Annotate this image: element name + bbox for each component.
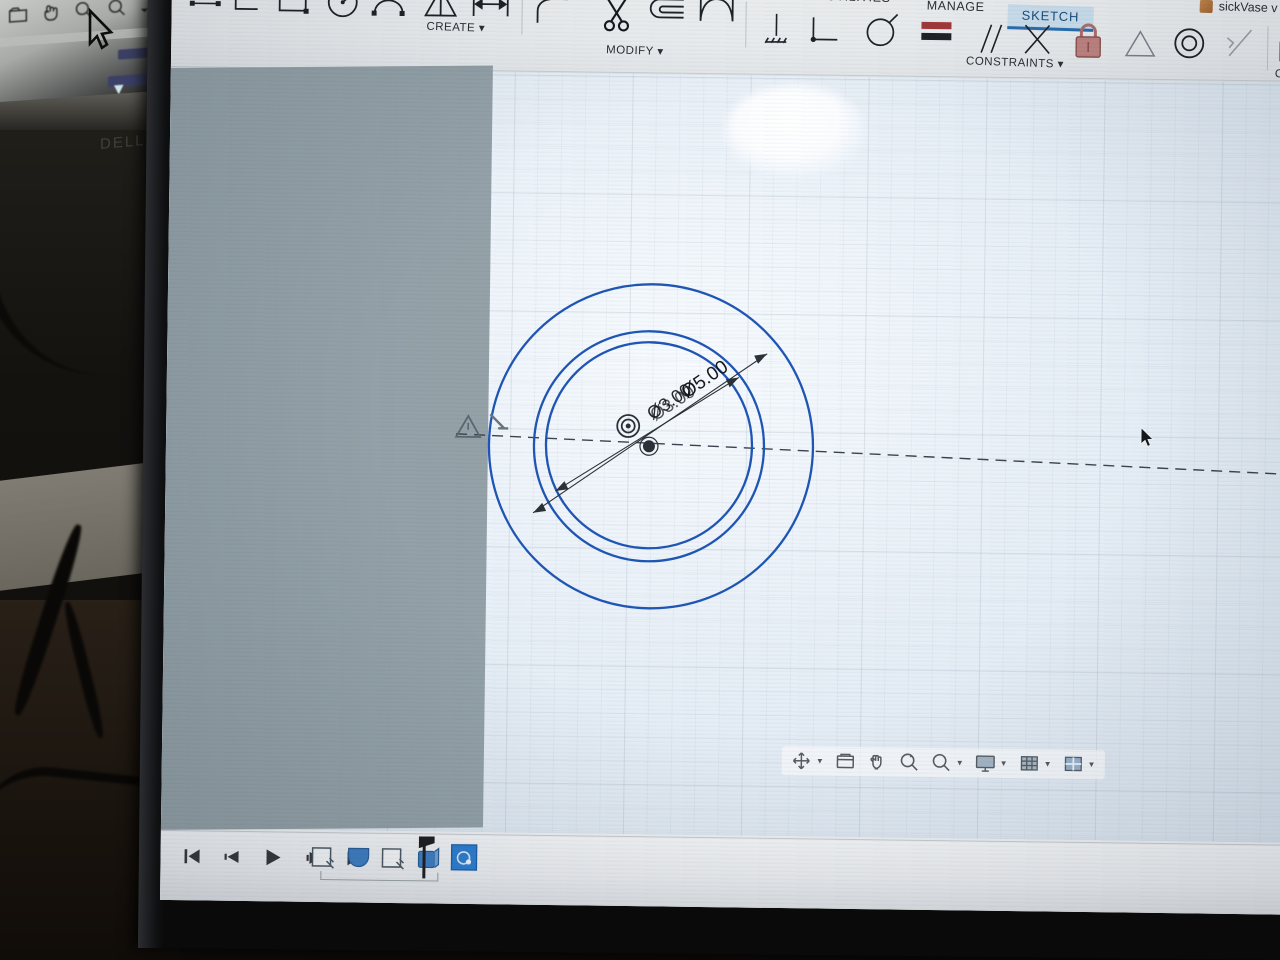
concentric-icon[interactable] <box>1171 25 1207 61</box>
fillet-tool[interactable] <box>533 0 571 29</box>
equal-bars-icon[interactable] <box>919 18 953 44</box>
menu-manage[interactable]: MANAGE <box>927 0 985 14</box>
grid-snaps-icon[interactable] <box>1018 753 1039 774</box>
pan-hand-icon[interactable] <box>867 751 888 772</box>
ribbon-separator-1 <box>521 0 523 35</box>
grid-snaps-caret-icon[interactable]: ▼ <box>1044 759 1052 768</box>
timeline-feature-revolve[interactable] <box>345 845 371 871</box>
diameter-dimension-inner: Ø3.00 Ø3.00 <box>555 376 740 492</box>
sketch-dimension-tool[interactable] <box>189 0 224 17</box>
construction-line-icon[interactable] <box>761 12 791 48</box>
ribbon-separator-2 <box>745 1 747 48</box>
parallel-icon[interactable] <box>971 22 1007 56</box>
timeline-group-connector <box>320 871 439 882</box>
menu-utilities[interactable]: UTILITIES <box>827 0 891 5</box>
collinear-triangle-icon[interactable] <box>1123 28 1157 58</box>
mouse-cursor-icon <box>1140 426 1155 448</box>
orbit-icon[interactable] <box>791 750 812 771</box>
smooth-curvature-icon[interactable] <box>1221 28 1255 60</box>
group-label-create[interactable]: CREATE ▾ <box>426 19 485 35</box>
offset-tool[interactable] <box>643 0 687 29</box>
group-label-constraints[interactable]: CONSTRAINTS ▾ <box>966 53 1064 70</box>
timeline-play[interactable] <box>262 846 284 868</box>
arc-tool[interactable] <box>371 0 409 22</box>
fit-caret-icon[interactable]: ▼ <box>956 758 964 767</box>
orbit-caret-icon[interactable]: ▼ <box>816 756 824 765</box>
viewports-caret-icon[interactable]: ▼ <box>1087 760 1095 769</box>
diameter-dimension-outer: Ø5.00 <box>532 353 768 514</box>
rectangle-tool[interactable] <box>276 0 312 20</box>
secondary-screen-divider <box>0 27 150 47</box>
viewports-icon[interactable] <box>1062 754 1083 775</box>
timeline-feature-sketch-2[interactable] <box>380 846 406 872</box>
look-at-icon[interactable] <box>835 751 856 772</box>
secondary-screen-toolbar <box>8 0 149 25</box>
viewport-navigation-bar[interactable]: ▼ ▼ ▼ ▼ ▼ <box>781 746 1105 780</box>
sketch-geometry: Ø5.00 Ø3.00 Ø3.00 <box>454 283 1280 610</box>
fit-icon[interactable] <box>931 752 952 773</box>
zoom-icon[interactable] <box>899 752 920 773</box>
edge-pointer-icon <box>489 413 509 430</box>
display-settings-icon[interactable] <box>975 753 996 774</box>
circle-tool[interactable] <box>324 0 362 21</box>
group-label-modify[interactable]: MODIFY ▾ <box>606 42 664 58</box>
concentric-constraint-glyph <box>616 414 641 438</box>
sketch-origin-point <box>639 436 659 456</box>
photo-of-monitor-scene: ▾ DELL PLASTIC UTILITIES MANAGE SKETCH s… <box>0 0 1280 960</box>
timeline-bar[interactable] <box>159 829 1280 915</box>
group-label-contain[interactable]: CON <box>1275 68 1280 81</box>
document-tab-sickvase[interactable]: sickVase v <box>1199 0 1278 16</box>
timeline-step-back[interactable] <box>222 847 242 867</box>
linear-dimension-tool[interactable] <box>470 0 514 20</box>
timeline-feature-active-sketch[interactable] <box>450 843 480 873</box>
symmetry-icon[interactable] <box>1019 23 1055 57</box>
tangent-icon[interactable] <box>863 13 901 49</box>
display-settings-caret-icon[interactable]: ▼ <box>1000 759 1008 768</box>
horizontal-construction-axis <box>456 433 1280 476</box>
fusion360-application-window: PLASTIC UTILITIES MANAGE SKETCH sickVase… <box>159 0 1280 915</box>
timeline-feature-list[interactable] <box>310 841 480 873</box>
pan-hand-icon <box>41 2 61 23</box>
secondary-screen-reflection: ▾ <box>0 0 160 103</box>
component-cube-icon <box>1199 0 1213 13</box>
timeline-feature-extrude[interactable] <box>415 846 441 872</box>
perpendicular-icon[interactable] <box>807 14 843 48</box>
line-tool[interactable] <box>232 0 264 19</box>
room-cable-upper <box>0 239 160 391</box>
spline-modify-tool[interactable] <box>695 0 739 31</box>
trim-scissors-icon[interactable] <box>601 0 631 34</box>
timeline-go-to-start[interactable] <box>182 846 202 866</box>
document-tab-label: sickVase v <box>1218 0 1278 16</box>
ribbon-separator-3 <box>1266 26 1269 71</box>
secondary-screen-cursor-icon <box>86 6 116 54</box>
timeline-feature-sketch-1[interactable] <box>310 845 336 871</box>
fix-lock-icon[interactable] <box>1071 20 1106 60</box>
folder-icon <box>8 4 28 25</box>
